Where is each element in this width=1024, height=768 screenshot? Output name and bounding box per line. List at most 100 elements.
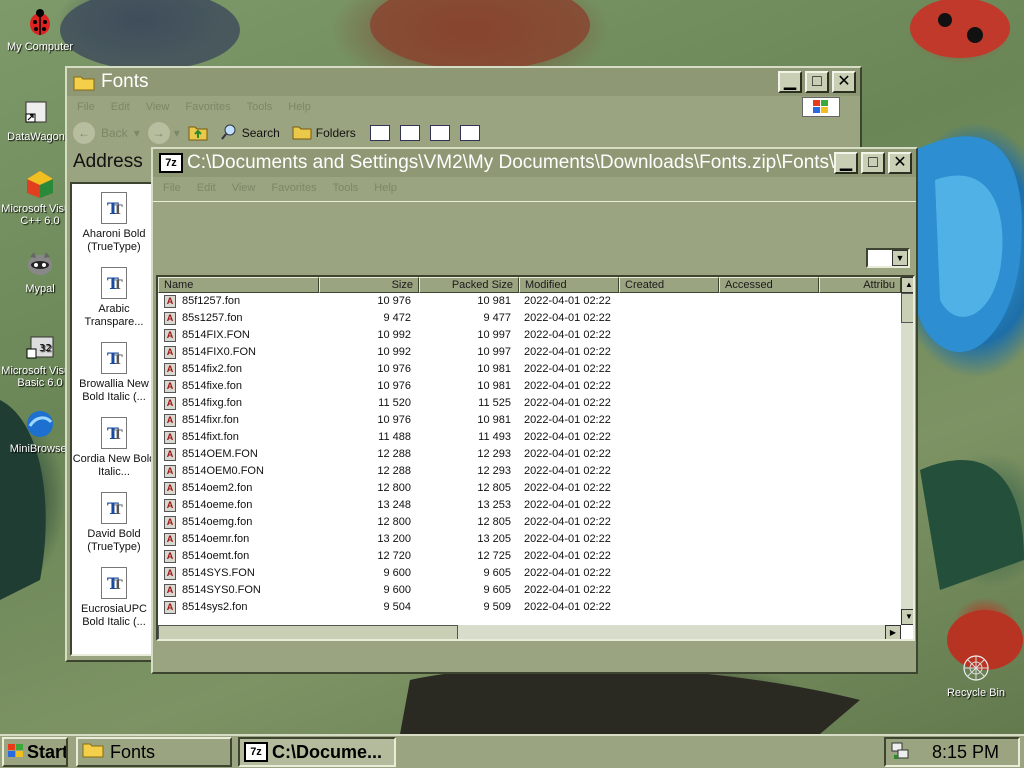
view-list-icon[interactable] xyxy=(399,125,420,141)
table-row[interactable]: A 8514oem2.fon 12 800 12 805 2022-04-01 02:2… xyxy=(158,480,898,497)
menu-edit[interactable]: Edit xyxy=(111,101,130,113)
close-button[interactable]: ✕ xyxy=(888,152,912,174)
clock[interactable]: 8:15 PM xyxy=(932,742,999,763)
font-file-icon: A xyxy=(164,499,176,512)
file-list[interactable]: Name Size Packed Size Modified Created A… xyxy=(156,275,915,641)
table-row[interactable]: A 8514FIX.FON 10 992 10 997 2022-04-01 02:22 xyxy=(158,327,898,344)
vertical-scrollbar[interactable]: ▲ ▼ xyxy=(901,277,913,625)
column-header-accessed[interactable]: Accessed xyxy=(719,277,819,293)
search-button-label[interactable]: Search xyxy=(242,126,280,140)
minimize-button[interactable]: ▁ xyxy=(778,71,802,93)
cell-modified: 2022-04-01 02:22 xyxy=(524,482,611,494)
back-button-label[interactable]: Back xyxy=(101,126,128,140)
font-file-icon: A xyxy=(164,482,176,495)
zip-title-bar[interactable]: 7z C:\Documents and Settings\VM2\My Docu… xyxy=(153,149,916,177)
cell-name: 8514fixg.fon xyxy=(182,397,242,409)
table-row[interactable]: A 8514fixe.fon 10 976 10 981 2022-04-01 02:2… xyxy=(158,378,898,395)
font-item[interactable]: T T Cordia New Bold Italic... xyxy=(72,417,156,479)
table-row[interactable]: A 8514oemg.fon 12 800 12 805 2022-04-01 02:2… xyxy=(158,514,898,531)
font-item[interactable]: T T Arabic Transpare... xyxy=(72,267,156,329)
scroll-thumb[interactable] xyxy=(901,293,913,323)
chevron-down-icon[interactable]: ▾ xyxy=(134,126,140,140)
table-row[interactable]: A 85s1257.fon 9 472 9 477 2022-04-01 02:22 xyxy=(158,310,898,327)
fonts-title-bar[interactable]: Fonts ▁ □ ✕ xyxy=(67,68,860,96)
cell-size: 9 600 xyxy=(383,584,411,596)
path-dropdown[interactable]: ▼ xyxy=(866,248,910,268)
desktop-icon-my-computer[interactable]: My Computer xyxy=(0,6,80,53)
font-item[interactable]: T T Aharoni Bold (TrueType) xyxy=(72,192,156,254)
scroll-down-button[interactable]: ▼ xyxy=(901,609,913,625)
search-icon[interactable] xyxy=(220,123,238,144)
menu-tools[interactable]: Tools xyxy=(247,101,273,113)
taskbar-button-7zip[interactable]: 7z C:\Docume... xyxy=(238,737,396,767)
table-row[interactable]: A 8514fixg.fon 11 520 11 525 2022-04-01 02:2… xyxy=(158,395,898,412)
taskbar-button-fonts[interactable]: Fonts xyxy=(76,737,232,767)
font-file-icon: A xyxy=(164,397,176,410)
cell-packed-size: 9 605 xyxy=(483,584,511,596)
menu-view[interactable]: View xyxy=(232,182,256,194)
table-row[interactable]: A 8514FIX0.FON 10 992 10 997 2022-04-01 02:2… xyxy=(158,344,898,361)
table-row[interactable]: A 8514fixt.fon 11 488 11 493 2022-04-01 02:2… xyxy=(158,429,898,446)
menu-edit[interactable]: Edit xyxy=(197,182,216,194)
windows-logo-icon xyxy=(802,97,840,117)
view-large-icons-icon[interactable] xyxy=(369,125,390,141)
table-row[interactable]: A 8514oemt.fon 12 720 12 725 2022-04-01 02:2… xyxy=(158,548,898,565)
maximize-button[interactable]: □ xyxy=(805,71,829,93)
folders-icon[interactable] xyxy=(292,124,312,143)
column-header-size[interactable]: Size xyxy=(319,277,419,293)
menu-favorites[interactable]: Favorites xyxy=(271,182,316,194)
table-row[interactable]: A 8514oemr.fon 13 200 13 205 2022-04-01 02:2… xyxy=(158,531,898,548)
cell-packed-size: 10 997 xyxy=(477,329,511,341)
folders-button-label[interactable]: Folders xyxy=(316,126,356,140)
font-item-label: EucrosiaUPC Bold Italic (... xyxy=(80,603,148,628)
column-header-created[interactable]: Created xyxy=(619,277,719,293)
table-row[interactable]: A 8514fixr.fon 10 976 10 981 2022-04-01 02:2… xyxy=(158,412,898,429)
table-row[interactable]: A 85f1257.fon 10 976 10 981 2022-04-01 02:22 xyxy=(158,293,898,310)
menu-help[interactable]: Help xyxy=(288,101,311,113)
view-details-icon[interactable] xyxy=(459,125,480,141)
menu-tools[interactable]: Tools xyxy=(333,182,359,194)
font-item[interactable]: T T David Bold (TrueType) xyxy=(72,492,156,554)
table-row[interactable]: A 8514SYS0.FON 9 600 9 605 2022-04-01 02:22 xyxy=(158,582,898,599)
column-header-attributes[interactable]: Attribu xyxy=(819,277,901,293)
up-folder-icon[interactable] xyxy=(188,123,208,144)
cell-packed-size: 9 509 xyxy=(483,601,511,613)
back-arrow-icon[interactable]: ← xyxy=(73,122,95,144)
chevron-down-icon[interactable]: ▾ xyxy=(174,126,180,140)
maximize-button[interactable]: □ xyxy=(861,152,885,174)
table-row[interactable]: A 8514OEM.FON 12 288 12 293 2022-04-01 02:22 xyxy=(158,446,898,463)
minimize-button[interactable]: ▁ xyxy=(834,152,858,174)
column-header-name[interactable]: Name xyxy=(158,277,319,293)
menu-file[interactable]: File xyxy=(163,182,181,194)
network-icon[interactable] xyxy=(890,741,910,764)
table-row[interactable]: A 8514fix2.fon 10 976 10 981 2022-04-01 02:2… xyxy=(158,361,898,378)
chevron-down-icon[interactable]: ▼ xyxy=(892,250,908,266)
cell-size: 11 520 xyxy=(378,397,411,409)
font-item[interactable]: T T EucrosiaUPC Bold Italic (... xyxy=(72,567,156,629)
start-button[interactable]: Start xyxy=(2,737,68,767)
cell-size: 10 976 xyxy=(377,414,411,426)
font-item[interactable]: T T Browallia New Bold Italic (... xyxy=(72,342,156,404)
cell-name: 8514fixr.fon xyxy=(182,414,239,426)
menu-view[interactable]: View xyxy=(146,101,170,113)
scroll-right-button[interactable]: ▶ xyxy=(885,625,901,639)
scroll-up-button[interactable]: ▲ xyxy=(901,277,913,293)
scroll-thumb-horizontal[interactable] xyxy=(158,625,458,639)
table-row[interactable]: A 8514OEM0.FON 12 288 12 293 2022-04-01 02:2… xyxy=(158,463,898,480)
table-row[interactable]: A 8514oeme.fon 13 248 13 253 2022-04-01 02:2… xyxy=(158,497,898,514)
close-button[interactable]: ✕ xyxy=(832,71,856,93)
view-fonts-icon[interactable] xyxy=(429,125,450,141)
table-row[interactable]: A 8514sys2.fon 9 504 9 509 2022-04-01 02:22 xyxy=(158,599,898,616)
zip-window[interactable]: 7z C:\Documents and Settings\VM2\My Docu… xyxy=(151,147,918,674)
desktop-icon-label: Recycle Bin xyxy=(946,687,1006,699)
menu-help[interactable]: Help xyxy=(374,182,397,194)
table-row[interactable]: A 8514SYS.FON 9 600 9 605 2022-04-01 02:22 xyxy=(158,565,898,582)
desktop-icon-recycle-bin[interactable]: Recycle Bin xyxy=(936,652,1016,699)
menu-favorites[interactable]: Favorites xyxy=(185,101,230,113)
cell-packed-size: 12 805 xyxy=(477,482,511,494)
horizontal-scrollbar[interactable]: ▶ xyxy=(158,625,901,639)
column-header-packed-size[interactable]: Packed Size xyxy=(419,277,519,293)
menu-file[interactable]: File xyxy=(77,101,95,113)
forward-arrow-icon[interactable]: → xyxy=(147,122,170,144)
column-header-modified[interactable]: Modified xyxy=(519,277,619,293)
